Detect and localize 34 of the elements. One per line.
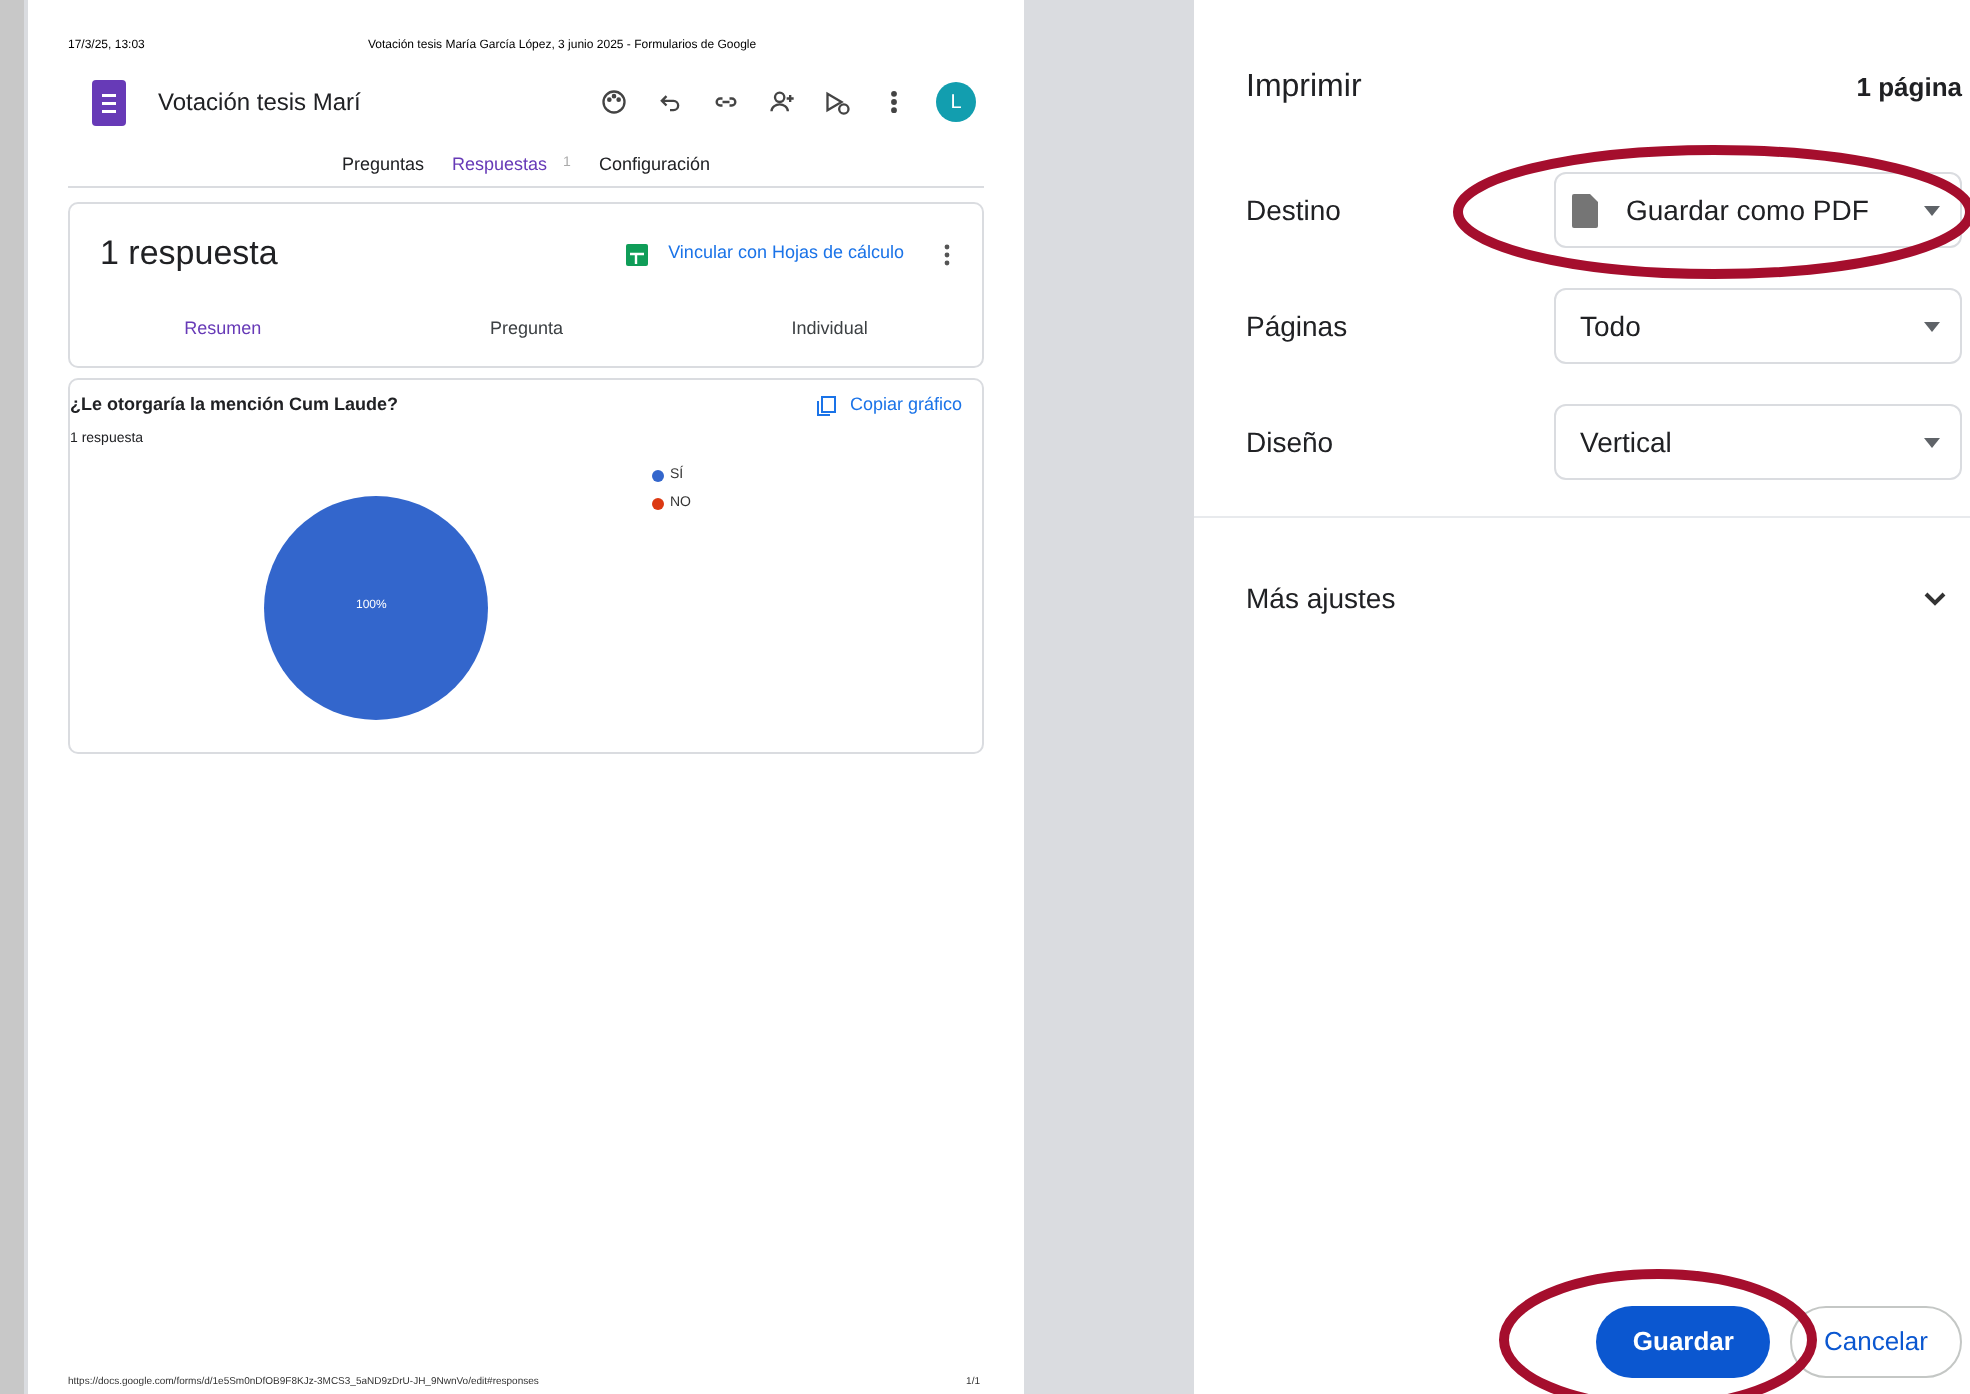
cancel-button[interactable]: Cancelar bbox=[1789, 1306, 1962, 1378]
save-button[interactable]: Guardar bbox=[1596, 1306, 1770, 1378]
spreadsheet-icon bbox=[626, 243, 649, 265]
setting-dropdown[interactable]: Guardar como PDF bbox=[1554, 172, 1962, 248]
chevron-down-icon bbox=[1924, 591, 1946, 605]
dropdown-arrow-icon bbox=[1924, 321, 1940, 331]
forms-logo-icon bbox=[92, 79, 126, 125]
response-view-tab[interactable]: Individual bbox=[791, 316, 868, 344]
form-tab[interactable]: Configuración bbox=[598, 151, 710, 179]
responses-count: 1 respuesta bbox=[100, 232, 278, 277]
add-person-icon[interactable] bbox=[768, 88, 796, 116]
response-view-tab[interactable]: Resumen bbox=[184, 316, 262, 344]
send-icon[interactable] bbox=[824, 88, 852, 116]
response-view-tab[interactable]: Pregunta bbox=[489, 316, 563, 344]
copy-icon bbox=[813, 393, 838, 418]
setting-dropdown[interactable]: Todo bbox=[1554, 288, 1962, 364]
setting-label: Destino bbox=[1246, 191, 1343, 229]
setting-label: Diseño bbox=[1246, 423, 1336, 461]
copy-chart-link[interactable]: Copiar gráfico bbox=[849, 392, 962, 419]
link-sheets-link[interactable]: Vincular con Hojas de cálculo bbox=[668, 240, 904, 268]
more-settings-toggle[interactable]: Más ajustes bbox=[1194, 518, 1970, 678]
palette-icon[interactable] bbox=[600, 88, 628, 116]
more-icon[interactable] bbox=[944, 243, 950, 265]
form-title: Votación tesis Marí bbox=[158, 86, 363, 120]
print-title: Imprimir bbox=[1246, 68, 1362, 108]
dropdown-arrow-icon bbox=[1924, 205, 1940, 215]
question-title: ¿Le otorgaría la mención Cum Laude? bbox=[70, 392, 399, 418]
dropdown-arrow-icon bbox=[1924, 437, 1940, 447]
form-tab[interactable]: Respuestas bbox=[452, 151, 548, 179]
setting-dropdown[interactable]: Vertical bbox=[1554, 404, 1962, 480]
file-icon bbox=[1572, 193, 1598, 227]
setting-label: Páginas bbox=[1246, 307, 1350, 346]
sheet-count: 1 página bbox=[1856, 70, 1962, 107]
form-tab[interactable]: Preguntas bbox=[341, 151, 425, 179]
